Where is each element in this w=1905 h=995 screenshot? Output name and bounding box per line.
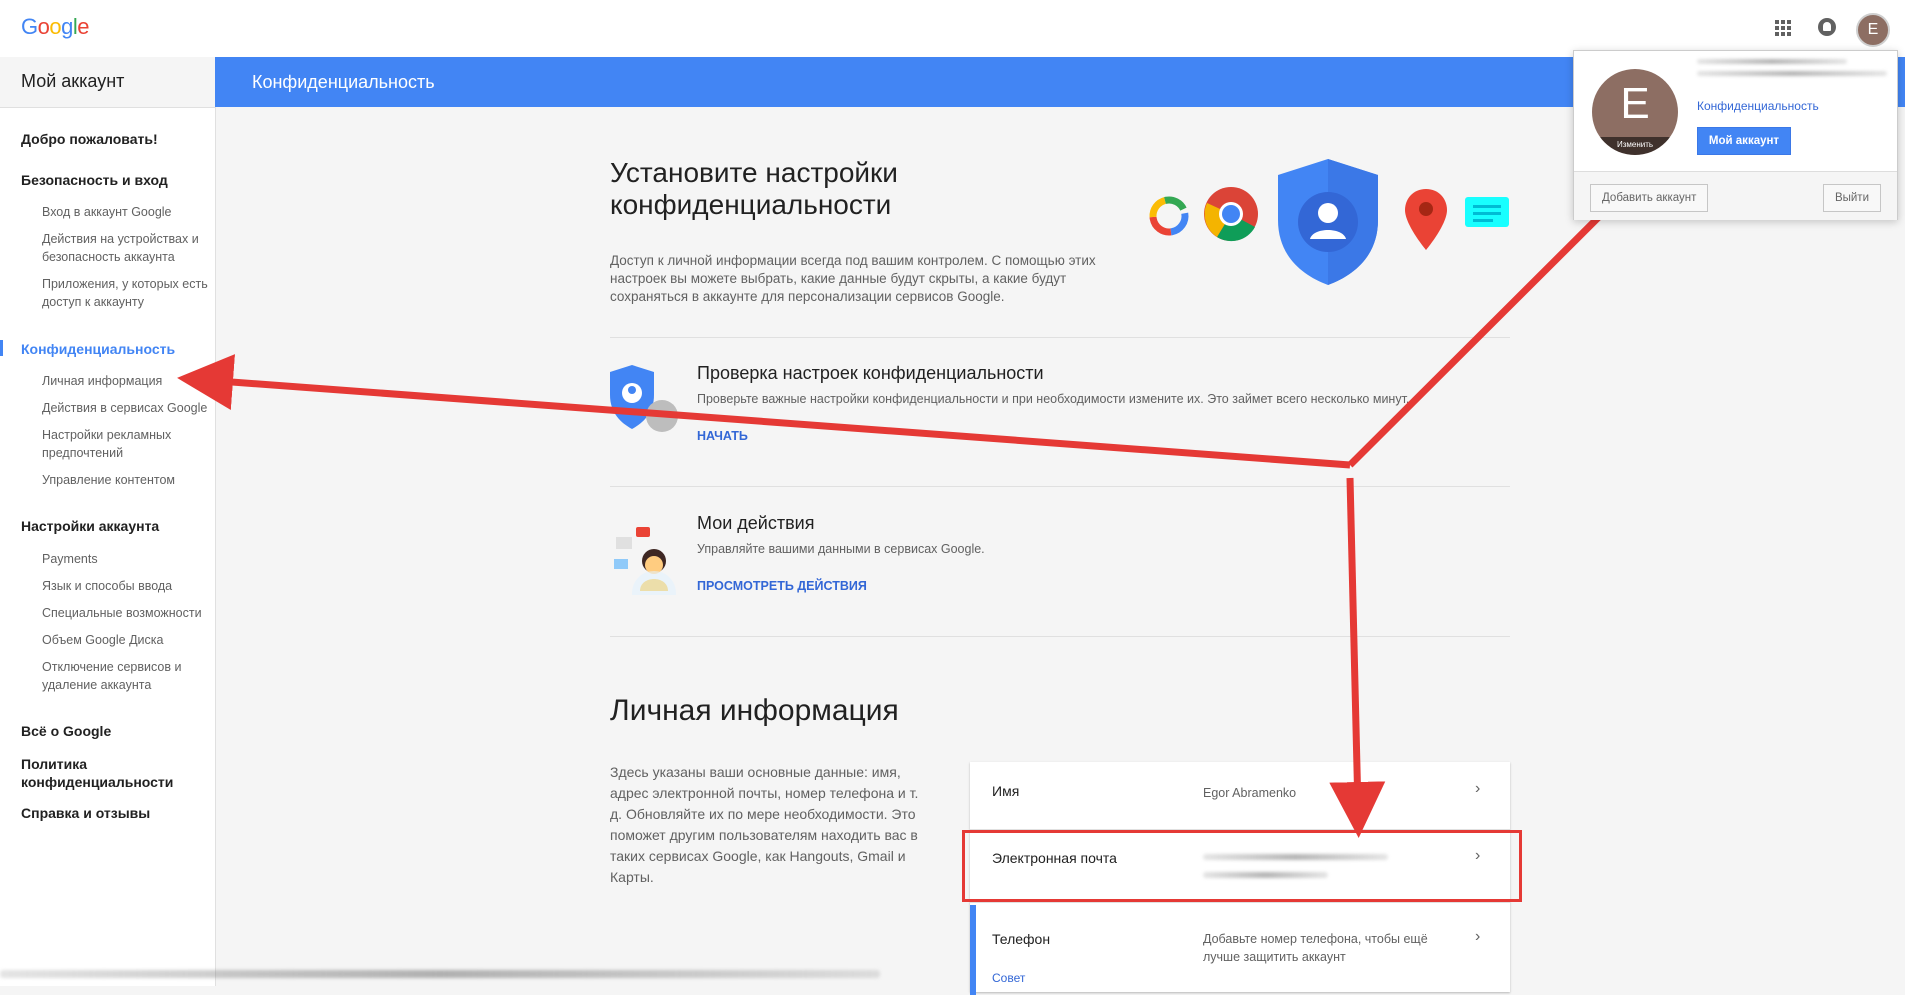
chevron-right-icon: › [1475, 928, 1481, 945]
services-illustration [1149, 159, 1509, 285]
intro-title: Установите настройки конфиденциальности [610, 157, 898, 220]
account-popup: E Изменить Конфиденциальность Мой аккаун… [1573, 50, 1898, 220]
popup-avatar-letter: E [1620, 79, 1650, 128]
apps-grid-icon[interactable] [1775, 20, 1791, 36]
google-logo[interactable]: Google [21, 14, 90, 40]
view-activity-link[interactable]: ПРОСМОТРЕТЬ ДЕЙСТВИЯ [697, 579, 867, 593]
top-bar: Google E [0, 0, 1905, 57]
nav-sub-connected-apps[interactable]: Приложения, у которых есть доступ к акка… [42, 275, 217, 311]
account-name-redacted [1697, 59, 1847, 64]
nav-sub-ads-settings[interactable]: Настройки рекламных предпочтений [42, 426, 217, 462]
popup-avatar[interactable]: E Изменить [1592, 69, 1678, 155]
sidebar-header: Мой аккаунт [0, 57, 215, 108]
maps-pin-icon [1405, 189, 1447, 250]
nav-sub-accessibility[interactable]: Специальные возможности [42, 604, 217, 622]
nav-sub-delete-account[interactable]: Отключение сервисов и удаление аккаунта [42, 658, 217, 694]
nav-sub-language[interactable]: Язык и способы ввода [42, 577, 217, 595]
my-activity-title: Мои действия [697, 513, 815, 533]
name-value: Egor Abramenko [1203, 786, 1297, 800]
intro-text: Доступ к личной информации всегда под ва… [610, 253, 1096, 304]
my-activity-desc: Управляйте вашими данными в сервисах Goo… [697, 542, 985, 556]
section-header-title: Конфиденциальность [252, 72, 435, 92]
divider [610, 636, 1510, 637]
nav-about-google[interactable]: Всё о Google [21, 723, 111, 739]
nav-privacy-policy[interactable]: Политика конфиденциальности [21, 755, 201, 791]
nav-sub-content-control[interactable]: Управление контентом [42, 471, 217, 489]
row-divider [970, 902, 1510, 903]
nav-welcome[interactable]: Добро пожаловать! [21, 131, 158, 147]
phone-value: Добавьте номер телефона, чтобы ещё лучше… [1203, 932, 1428, 964]
nav-sub-signin[interactable]: Вход в аккаунт Google [42, 203, 217, 221]
active-section-indicator [0, 340, 3, 356]
privacy-checkup-icon [610, 365, 678, 432]
phone-label: Телефон [992, 931, 1051, 947]
shield-account-icon [1278, 159, 1378, 285]
account-avatar[interactable]: E [1856, 13, 1890, 47]
chevron-right-icon: › [1475, 780, 1481, 797]
nav-privacy[interactable]: Конфиденциальность [21, 341, 175, 357]
nav-sub-payments[interactable]: Payments [42, 550, 217, 568]
change-photo-label[interactable]: Изменить [1592, 137, 1678, 155]
nav-sub-personal-info[interactable]: Личная информация [42, 372, 217, 390]
divider [610, 337, 1510, 338]
personal-info-desc: Здесь указаны ваши основные данные: имя,… [610, 764, 919, 885]
tip-indicator [970, 905, 976, 995]
nav-help-feedback[interactable]: Справка и отзывы [21, 805, 150, 821]
name-label: Имя [992, 783, 1020, 799]
add-account-button[interactable]: Добавить аккаунт [1590, 184, 1709, 212]
divider [610, 486, 1510, 487]
redacted-status-bar [0, 970, 880, 978]
nav-security[interactable]: Безопасность и вход [21, 172, 168, 188]
start-checkup-link[interactable]: НАЧАТЬ [697, 429, 748, 443]
nav-sub-activity-controls[interactable]: Действия в сервисах Google [42, 399, 217, 417]
logout-button[interactable]: Выйти [1822, 184, 1881, 212]
privacy-checkup-desc: Проверьте важные настройки конфиденциаль… [697, 392, 1410, 406]
nav-sub-device-activity[interactable]: Действия на устройствах и безопасность а… [42, 230, 217, 266]
google-g-icon [1149, 196, 1189, 236]
privacy-link[interactable]: Конфиденциальность [1697, 99, 1819, 113]
popup-footer: Добавить аккаунт Выйти [1574, 171, 1897, 220]
logo-text: Google [21, 14, 90, 39]
my-account-button[interactable]: Мой аккаунт [1697, 127, 1791, 155]
chat-bubble-icon [1465, 197, 1509, 227]
my-activity-illustration [614, 527, 676, 595]
nav-sub-drive-storage[interactable]: Объем Google Диска [42, 631, 217, 649]
nav-account-settings[interactable]: Настройки аккаунта [21, 518, 159, 534]
sidebar-title[interactable]: Мой аккаунт [21, 71, 124, 92]
account-email-redacted [1697, 71, 1887, 76]
arrow-to-email [1329, 477, 1386, 838]
tip-link[interactable]: Совет [992, 971, 1025, 985]
privacy-checkup-title: Проверка настроек конфиденциальности [697, 363, 1044, 383]
notifications-bell-icon[interactable] [1818, 18, 1836, 36]
chrome-icon [1204, 187, 1258, 242]
annotation-highlight-box [962, 830, 1522, 902]
personal-info-title: Личная информация [610, 694, 899, 727]
